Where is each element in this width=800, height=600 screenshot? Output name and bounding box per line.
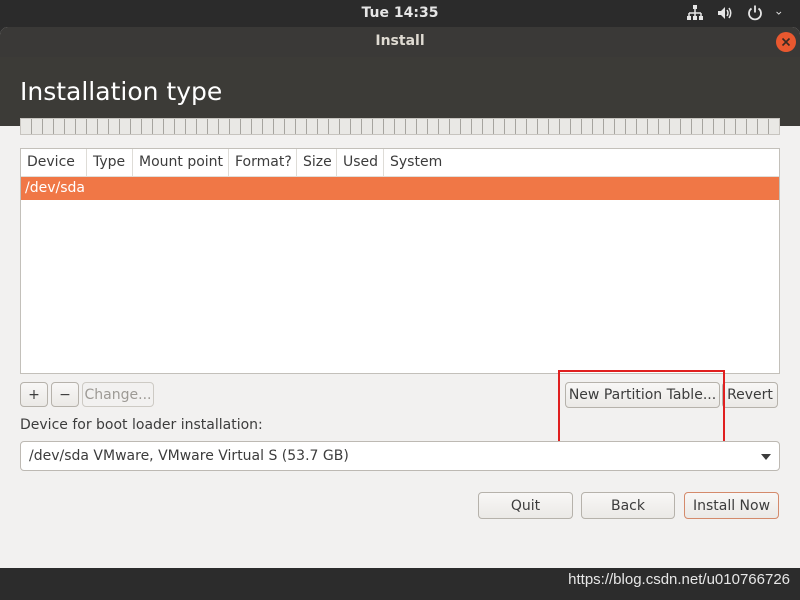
add-partition-button[interactable]: + (20, 382, 48, 407)
bootloader-selected-value: /dev/sda VMware, VMware Virtual S (53.7 … (29, 448, 349, 464)
page-header: Installation type (0, 57, 800, 126)
window-titlebar[interactable]: Install (0, 27, 800, 57)
quit-button[interactable]: Quit (478, 492, 573, 519)
column-header-type[interactable]: Type (87, 149, 133, 176)
bootloader-device-select[interactable]: /dev/sda VMware, VMware Virtual S (53.7 … (20, 441, 780, 471)
watermark-text: https://blog.csdn.net/u010766726 (568, 571, 790, 588)
bootloader-label: Device for boot loader installation: (20, 417, 263, 433)
table-row[interactable]: /dev/sda (21, 177, 779, 200)
close-icon (781, 37, 791, 47)
page-title: Installation type (20, 77, 223, 106)
partition-table[interactable]: Device Type Mount point Format? Size Use… (20, 148, 780, 374)
chevron-down-icon[interactable] (776, 4, 786, 22)
system-tray[interactable] (686, 4, 786, 22)
column-header-format[interactable]: Format? (229, 149, 297, 176)
window-title: Install (375, 33, 425, 49)
new-partition-table-button[interactable]: New Partition Table... (565, 382, 720, 408)
clock[interactable]: Tue 14:35 (0, 5, 800, 21)
revert-button[interactable]: Revert (722, 382, 778, 408)
column-header-used[interactable]: Used (337, 149, 384, 176)
column-header-mount-point[interactable]: Mount point (133, 149, 229, 176)
column-header-size[interactable]: Size (297, 149, 337, 176)
back-button[interactable]: Back (581, 492, 675, 519)
table-header: Device Type Mount point Format? Size Use… (21, 149, 779, 177)
close-button[interactable] (776, 32, 796, 52)
partition-bar (20, 118, 780, 135)
power-icon[interactable] (746, 4, 764, 22)
volume-icon[interactable] (716, 4, 734, 22)
install-now-button[interactable]: Install Now (684, 492, 779, 519)
dropdown-arrow-icon (761, 454, 771, 460)
top-panel: Tue 14:35 (0, 0, 800, 27)
change-partition-button[interactable]: Change... (82, 382, 154, 407)
remove-partition-button[interactable]: − (51, 382, 79, 407)
column-header-system[interactable]: System (384, 149, 779, 176)
device-cell: /dev/sda (25, 180, 85, 196)
network-icon[interactable] (686, 4, 704, 22)
column-header-device[interactable]: Device (21, 149, 87, 176)
